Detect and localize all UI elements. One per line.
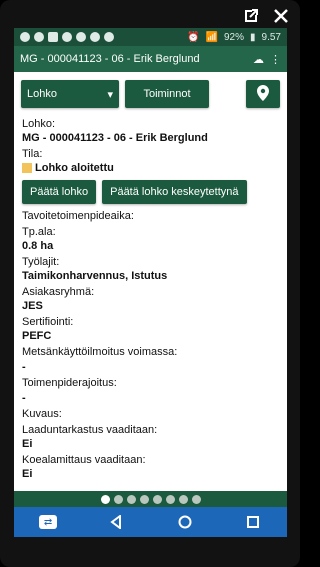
asiakasryhma-label: Asiakasryhmä: — [22, 286, 95, 298]
toimenpiderajoitus-value: - — [22, 392, 26, 404]
page-dot[interactable] — [100, 494, 110, 504]
lohko-label: Lohko: — [22, 118, 56, 130]
tila-row: Lohko aloitettu — [22, 162, 279, 174]
koealamittaus-label: Koealamittaus vaaditaan: — [22, 454, 146, 466]
tila-value: Lohko aloitettu — [35, 162, 114, 174]
page-indicator — [14, 491, 287, 507]
main-content: Lohko: MG - 000041123 - 06 - Erik Berglu… — [14, 118, 287, 480]
laaduntarkastus-value: Ei — [22, 438, 33, 450]
app-bar: MG - 000041123 - 06 - Erik Berglund ☁ ⋮ — [14, 46, 287, 72]
home-icon[interactable] — [174, 511, 196, 533]
status-notification-icons — [20, 32, 114, 42]
metsankayttoilmoitus-label: Metsänkäyttöilmoitus voimassa: — [22, 346, 178, 358]
toolbar: Lohko ▾ Toiminnot — [14, 72, 287, 114]
recents-icon[interactable] — [242, 511, 264, 533]
status-bar: ⏰ 📶 92% ▮ 9.57 — [14, 28, 287, 46]
battery-icon: ▮ — [250, 31, 256, 43]
teamviewer-icon[interactable]: ⇄ — [37, 511, 59, 533]
sertifiointi-value: PEFC — [22, 330, 52, 342]
tpala-label: Tp.ala: — [22, 226, 56, 238]
battery-text: 92% — [224, 31, 245, 43]
app-bar-actions: ☁ ⋮ — [253, 53, 281, 66]
app-icon — [62, 32, 72, 42]
lohko-dropdown-label: Lohko — [27, 88, 57, 100]
lohko-dropdown[interactable]: Lohko ▾ — [21, 80, 119, 108]
asiakasryhma-value: JES — [22, 300, 43, 312]
metsankayttoilmoitus-value: - — [22, 361, 26, 373]
cloud-icon[interactable]: ☁ — [253, 53, 264, 66]
phone-screen: ⏰ 📶 92% ▮ 9.57 MG - 000041123 - 06 - Eri… — [14, 28, 287, 537]
status-square-icon — [22, 163, 32, 173]
tyolajit-label: Työlajit: — [22, 256, 60, 268]
page-dot[interactable] — [165, 494, 175, 504]
tila-label: Tila: — [22, 148, 43, 160]
page-dot[interactable] — [191, 494, 201, 504]
toimenpiderajoitus-label: Toimenpiderajoitus: — [22, 377, 117, 389]
page-dot[interactable] — [126, 494, 136, 504]
close-icon[interactable] — [270, 5, 292, 27]
page-title: MG - 000041123 - 06 - Erik Berglund — [20, 53, 200, 65]
page-dot[interactable] — [139, 494, 149, 504]
chevron-down-icon: ▾ — [107, 88, 113, 101]
external-link-icon[interactable] — [240, 5, 262, 27]
twitter-icon — [90, 32, 100, 42]
laaduntarkastus-label: Laaduntarkastus vaaditaan: — [22, 424, 158, 436]
teamviewer-icon — [48, 32, 58, 42]
alarm-icon: ⏰ — [187, 31, 200, 43]
status-right: ⏰ 📶 92% ▮ 9.57 — [187, 32, 281, 43]
play-icon — [104, 32, 114, 42]
action-buttons: Päätä lohko Päätä lohko keskeytettynä — [22, 180, 279, 204]
time-text: 9.57 — [261, 31, 281, 43]
page-dot[interactable] — [113, 494, 123, 504]
paata-lohko-button[interactable]: Päätä lohko — [22, 180, 97, 204]
back-icon[interactable] — [105, 511, 127, 533]
page-dot[interactable] — [178, 494, 188, 504]
sertifiointi-label: Sertifiointi: — [22, 316, 74, 328]
window-controls — [240, 5, 292, 27]
koealamittaus-value: Ei — [22, 468, 33, 480]
map-pin-icon — [257, 84, 269, 104]
app-icon — [76, 32, 86, 42]
page-dot[interactable] — [152, 494, 162, 504]
tpala-value: 0.8 ha — [22, 240, 54, 252]
eye-icon — [34, 32, 44, 42]
wifi-icon: 📶 — [205, 31, 218, 43]
lohko-value: MG - 000041123 - 06 - Erik Berglund — [22, 132, 208, 144]
kuvaus-label: Kuvaus: — [22, 408, 62, 420]
toiminnot-button[interactable]: Toiminnot — [125, 80, 209, 108]
tavoitetoimenpideaika-label: Tavoitetoimenpideaika: — [22, 210, 134, 222]
device-frame: ⏰ 📶 92% ▮ 9.57 MG - 000041123 - 06 - Eri… — [0, 0, 300, 567]
tyolajit-value: Taimikonharvennus, Istutus — [22, 270, 168, 282]
shield-icon — [20, 32, 30, 42]
paata-lohko-keskeytettyna-button[interactable]: Päätä lohko keskeytettynä — [102, 180, 247, 204]
android-nav-bar: ⇄ — [14, 507, 287, 537]
more-menu-icon[interactable]: ⋮ — [270, 53, 281, 66]
map-location-button[interactable] — [246, 80, 280, 108]
